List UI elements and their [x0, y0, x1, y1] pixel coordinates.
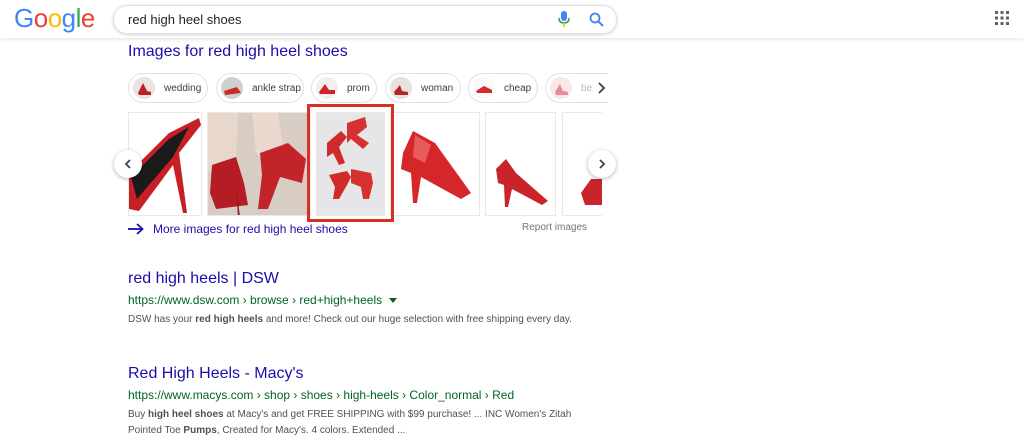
chip-label: cheap	[504, 82, 532, 94]
result-title-link[interactable]: red high heels | DSW	[128, 269, 598, 289]
search-input[interactable]: red high heel shoes	[128, 12, 241, 27]
chips-next-icon[interactable]	[593, 80, 609, 96]
chip-wedding[interactable]: wedding	[128, 73, 208, 103]
apps-grid-icon[interactable]	[995, 11, 1009, 25]
images-section-title[interactable]: Images for red high heel shoes	[128, 43, 348, 61]
more-images-label: More images for red high heel shoes	[153, 222, 348, 236]
arrow-right-icon	[128, 223, 144, 235]
result-title-link[interactable]: Red High Heels - Macy's	[128, 364, 598, 384]
chip-thumbnail	[221, 77, 243, 99]
logo-letter: g	[61, 3, 76, 33]
image-result-pointed-pump[interactable]	[485, 112, 556, 216]
snippet-text: Buy	[128, 409, 149, 420]
result-url-text: https://www.macys.com › shop › shoes › h…	[128, 388, 515, 402]
chip-thumbnail	[316, 77, 338, 99]
chip-ankle-strap[interactable]: ankle strap	[216, 73, 304, 103]
chip-label: woman	[421, 82, 454, 94]
snippet-text: , Created for Macy's. 4 colors. Extended…	[216, 425, 406, 436]
search-result: red high heels | DSW https://www.dsw.com…	[128, 269, 598, 328]
image-result-dorsay-pump[interactable]	[390, 112, 480, 216]
snippet-text: and more! Check out our huge selection w…	[263, 314, 572, 325]
report-images-link[interactable]: Report images	[522, 222, 587, 233]
chip-thumbnail	[473, 77, 495, 99]
search-icon[interactable]	[589, 12, 604, 27]
logo-letter: o	[47, 3, 62, 33]
search-result: Red High Heels - Macy's https://www.macy…	[128, 364, 598, 439]
chip-woman[interactable]: woman	[385, 73, 461, 103]
chip-prom[interactable]: prom	[311, 73, 377, 103]
logo-letter: o	[33, 3, 48, 33]
image-chips-row: wedding ankle strap prom woman cheap be	[128, 73, 608, 105]
caret-down-icon[interactable]	[389, 297, 398, 304]
result-snippet: DSW has your red high heels and more! Ch…	[128, 312, 598, 328]
chip-label: ankle strap	[252, 82, 301, 94]
carousel-next-button[interactable]	[588, 150, 616, 178]
chip-label: prom	[347, 82, 370, 94]
result-url[interactable]: https://www.macys.com › shop › shoes › h…	[128, 387, 598, 403]
more-images-link[interactable]: More images for red high heel shoes	[128, 220, 348, 238]
chip-thumbnail	[550, 77, 572, 99]
microphone-icon[interactable]	[557, 11, 571, 28]
carousel-prev-button[interactable]	[114, 150, 142, 178]
chevron-right-icon	[599, 159, 606, 169]
logo-letter: G	[14, 3, 34, 33]
chip-thumbnail	[133, 77, 155, 99]
chevron-left-icon	[124, 159, 131, 169]
chip-thumbnail	[390, 77, 412, 99]
result-url[interactable]: https://www.dsw.com › browse › red+high+…	[128, 292, 598, 308]
search-box[interactable]: red high heel shoes	[113, 5, 617, 34]
logo-letter: e	[80, 3, 95, 33]
google-logo[interactable]: Google	[14, 4, 95, 32]
snippet-text: DSW has your	[128, 314, 196, 325]
result-snippet: Buy high heel shoes at Macy's and get FR…	[128, 407, 598, 439]
search-header: Google red high heel shoes	[0, 0, 1024, 38]
chip-cheap[interactable]: cheap	[468, 73, 538, 103]
image-result-ankle-strap-heels[interactable]	[207, 112, 311, 216]
chip-label: be	[581, 82, 593, 94]
chip-label: wedding	[164, 82, 202, 94]
selected-image-highlight	[307, 104, 394, 222]
snippet-bold: high heel shoes	[148, 409, 224, 420]
result-url-text: https://www.dsw.com › browse › red+high+…	[128, 293, 383, 307]
snippet-bold: Pumps	[183, 425, 217, 436]
snippet-bold: red high heels	[195, 314, 264, 325]
